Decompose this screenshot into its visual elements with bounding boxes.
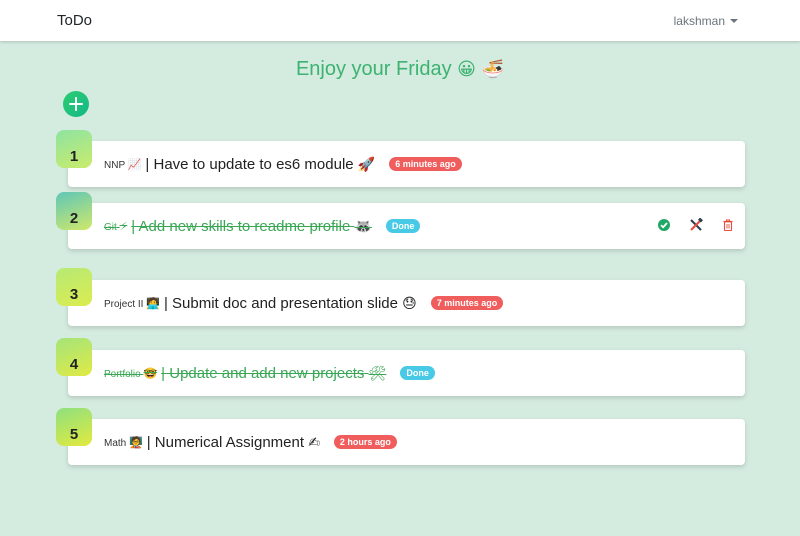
todo-actions	[657, 218, 735, 232]
navbar: ToDo lakshman	[0, 0, 800, 41]
todo-item[interactable]: NNP 📈 | Have to update to es6 module 🚀 6…	[68, 141, 745, 187]
todo-number-badge: 5	[56, 408, 92, 446]
tag-emoji: 🧑‍🏫	[129, 435, 143, 449]
todo-number-badge: 3	[56, 268, 92, 306]
title-emoji: 😓	[402, 295, 417, 312]
title-emoji: 🚀	[357, 156, 376, 173]
tag-emoji: 🤓	[143, 366, 158, 380]
tag-emoji: ⚡	[119, 219, 128, 233]
todo-title: | Submit doc and presentation slide 😓	[163, 294, 417, 312]
todo-tag: Math 🧑‍🏫	[104, 435, 143, 449]
tag-emoji: 🧑‍💻	[146, 296, 160, 310]
add-todo-button[interactable]	[63, 91, 89, 117]
time-badge: 2 hours ago	[333, 435, 397, 449]
brand-logo[interactable]: ToDo	[57, 12, 92, 29]
todo-number-badge: 1	[56, 130, 92, 168]
todo-tag: Git ⚡	[104, 219, 128, 233]
greeting-text: Enjoy your Friday	[295, 58, 452, 80]
tools-icon[interactable]	[689, 218, 703, 232]
time-badge: 7 minutes ago	[430, 296, 504, 310]
done-badge: Done	[385, 219, 421, 233]
greeting-emoji: 😀 🍜	[457, 59, 505, 80]
done-badge: Done	[400, 366, 435, 380]
title-emoji: 🛠	[368, 365, 387, 382]
greeting-heading: Enjoy your Friday 😀 🍜	[0, 58, 800, 81]
caret-down-icon	[730, 19, 738, 23]
todo-title: | Numerical Assignment ✍	[146, 433, 320, 451]
todo-title: | Have to update to es6 module 🚀	[145, 155, 376, 173]
todo-tag: NNP 📈	[104, 157, 142, 171]
todo-item[interactable]: Project II 🧑‍💻 | Submit doc and presenta…	[68, 280, 745, 326]
todo-item[interactable]: Portfolio 🤓 | Update and add new project…	[68, 350, 745, 396]
todo-tag: Project II 🧑‍💻	[104, 296, 160, 310]
title-emoji: ✍	[308, 434, 320, 451]
user-name: lakshman	[673, 14, 725, 28]
tag-emoji: 📈	[127, 157, 142, 171]
todo-number-badge: 4	[56, 338, 92, 376]
todo-tag: Portfolio 🤓	[104, 366, 158, 380]
todo-title: | Add new skills to readme profile 🦝	[131, 217, 372, 235]
check-circle-icon[interactable]	[657, 218, 671, 232]
trash-icon[interactable]	[721, 218, 735, 232]
user-menu-dropdown[interactable]: lakshman	[674, 14, 738, 28]
todo-title: | Update and add new projects 🛠	[161, 364, 387, 382]
todo-number-badge: 2	[56, 192, 92, 230]
todo-item[interactable]: Git ⚡ | Add new skills to readme profile…	[68, 203, 745, 249]
title-emoji: 🦝	[354, 218, 372, 235]
todo-item[interactable]: Math 🧑‍🏫 | Numerical Assignment ✍ 2 hour…	[68, 419, 745, 465]
time-badge: 6 minutes ago	[389, 157, 462, 171]
